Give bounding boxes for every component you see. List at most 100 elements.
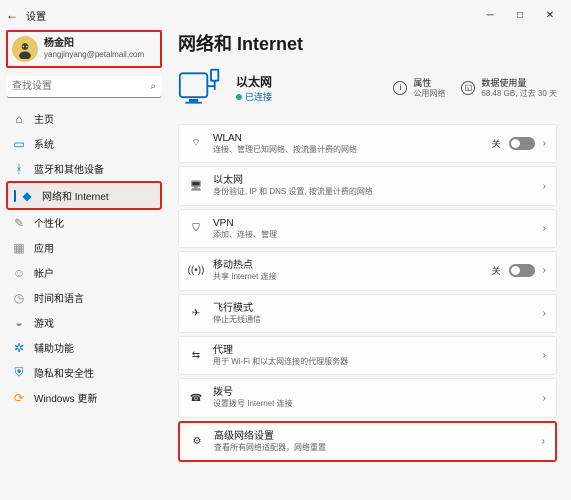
sidebar-item-apps[interactable]: ▦ 应用 xyxy=(6,235,162,260)
sidebar-item-accounts[interactable]: ☺帐户 xyxy=(6,260,162,285)
info-icon: i xyxy=(393,81,407,95)
row-wlan[interactable]: ⌔ WLAN连接、管理已知网络、按流量计费的网络 关 › xyxy=(178,124,557,163)
toggle-state: 关 xyxy=(492,137,501,150)
row-sub: 设置拨号 Internet 连接 xyxy=(213,399,533,409)
advanced-icon: ⚙ xyxy=(190,434,204,448)
maximize-button[interactable]: □ xyxy=(505,10,535,21)
row-sub: 身份验证, IP 和 DNS 设置, 按流量计费的网络 xyxy=(213,187,533,197)
system-icon: ▭ xyxy=(12,137,26,151)
row-title: VPN xyxy=(213,217,533,230)
sidebar-item-network[interactable]: ◆ 网络和 Internet xyxy=(6,181,162,210)
paint-icon: ✎ xyxy=(12,216,26,230)
update-icon: ⟳ xyxy=(12,391,26,405)
hotspot-icon: ((•)) xyxy=(189,264,203,278)
hero: 以太网 已连接 i 属性公用网络 ◱ 数据使用量68.48 GB, 过去 30 … xyxy=(178,66,557,110)
row-proxy[interactable]: ⇆ 代理用于 Wi-Fi 和以太网连接的代理服务器 › xyxy=(178,336,557,375)
dialup-icon: ☎ xyxy=(189,391,203,405)
chevron-right-icon: › xyxy=(543,265,546,276)
info-title: 属性 xyxy=(413,78,445,89)
row-sub: 添加、连接、管理 xyxy=(213,230,533,240)
row-title: 移动热点 xyxy=(213,259,482,272)
hero-status: 已连接 xyxy=(236,90,272,103)
row-sub: 停止无线通信 xyxy=(213,315,533,325)
info-sub: 公用网络 xyxy=(413,89,445,99)
sidebar-item-label: 主页 xyxy=(34,111,54,126)
user-email: yangjinyang@petalmail.com xyxy=(44,50,144,60)
wlan-toggle[interactable] xyxy=(509,137,535,150)
chevron-right-icon: › xyxy=(542,436,545,447)
bluetooth-icon: ᚼ xyxy=(12,162,26,176)
data-usage-link[interactable]: ◱ 数据使用量68.48 GB, 过去 30 天 xyxy=(461,78,557,98)
minimize-button[interactable]: ─ xyxy=(475,10,505,21)
sidebar-item-label: 游戏 xyxy=(34,315,54,330)
home-icon: ⌂ xyxy=(12,112,26,126)
sidebar-item-gaming[interactable]: ◒ 游戏 xyxy=(6,310,162,335)
proxy-icon: ⇆ xyxy=(189,349,203,363)
row-title: 飞行模式 xyxy=(213,302,533,315)
toggle-state: 关 xyxy=(492,264,501,277)
sidebar-item-bluetooth[interactable]: ᚼ 蓝牙和其他设备 xyxy=(6,156,162,181)
chevron-right-icon: › xyxy=(543,350,546,361)
chevron-right-icon: › xyxy=(543,181,546,192)
back-button[interactable]: ← xyxy=(6,8,26,22)
status-dot-icon xyxy=(236,94,242,100)
network-icon: ◆ xyxy=(20,189,34,203)
sidebar-item-time[interactable]: ◷时间和语言 xyxy=(6,285,162,310)
sidebar-item-home[interactable]: ⌂ 主页 xyxy=(6,106,162,131)
hotspot-toggle[interactable] xyxy=(509,264,535,277)
chevron-right-icon: › xyxy=(543,308,546,319)
vpn-icon: ⛉ xyxy=(189,221,203,235)
row-sub: 连接、管理已知网络、按流量计费的网络 xyxy=(213,145,482,155)
row-dialup[interactable]: ☎ 拨号设置拨号 Internet 连接 › xyxy=(178,378,557,417)
row-sub: 查看所有网络适配器，网络重置 xyxy=(214,443,532,453)
row-advanced-network[interactable]: ⚙ 高级网络设置查看所有网络适配器，网络重置 › xyxy=(178,421,557,462)
row-hotspot[interactable]: ((•)) 移动热点共享 Internet 连接 关 › xyxy=(178,251,557,290)
accessibility-icon: ✲ xyxy=(12,341,26,355)
row-title: WLAN xyxy=(213,132,482,145)
apps-icon: ▦ xyxy=(12,241,26,255)
avatar xyxy=(12,36,38,62)
close-button[interactable]: ✕ xyxy=(535,10,565,21)
app-title: 设置 xyxy=(26,8,46,23)
row-title: 代理 xyxy=(213,344,533,357)
shield-icon: ⛨ xyxy=(12,366,26,380)
row-sub: 共享 Internet 连接 xyxy=(213,272,482,282)
airplane-icon: ✈ xyxy=(189,306,203,320)
hero-status-label: 已连接 xyxy=(245,90,272,103)
properties-link[interactable]: i 属性公用网络 xyxy=(393,78,445,98)
sidebar-item-personalization[interactable]: ✎ 个性化 xyxy=(6,210,162,235)
sidebar-item-system[interactable]: ▭ 系统 xyxy=(6,131,162,156)
sidebar-item-label: 蓝牙和其他设备 xyxy=(34,161,104,176)
sidebar-item-update[interactable]: ⟳ Windows 更新 xyxy=(6,385,162,410)
hero-title: 以太网 xyxy=(236,73,272,90)
chevron-right-icon: › xyxy=(543,138,546,149)
wifi-icon: ⌔ xyxy=(189,137,203,151)
sidebar-item-accessibility[interactable]: ✲ 辅助功能 xyxy=(6,335,162,360)
row-airplane[interactable]: ✈ 飞行模式停止无线通信 › xyxy=(178,294,557,333)
sidebar-item-label: 帐户 xyxy=(34,265,54,280)
sidebar-item-label: 网络和 Internet xyxy=(42,188,109,203)
user-card[interactable]: 杨金阳 yangjinyang@petalmail.com xyxy=(6,30,162,68)
page-title: 网络和 Internet xyxy=(178,30,557,56)
sidebar-item-label: 应用 xyxy=(34,240,54,255)
ethernet-hero-icon xyxy=(178,66,222,110)
game-icon: ◒ xyxy=(12,316,26,330)
row-ethernet[interactable]: 🖥 以太网身份验证, IP 和 DNS 设置, 按流量计费的网络 › xyxy=(178,166,557,205)
chevron-right-icon: › xyxy=(543,223,546,234)
main-content: 网络和 Internet 以太网 已连接 i 属性公用网络 ◱ 数据使用量68.… xyxy=(168,30,571,500)
ethernet-icon: 🖥 xyxy=(189,179,203,193)
search-icon: ⌕ xyxy=(150,81,156,92)
row-title: 以太网 xyxy=(213,174,533,187)
sidebar-item-privacy[interactable]: ⛨隐私和安全性 xyxy=(6,360,162,385)
sidebar-item-label: 辅助功能 xyxy=(34,340,74,355)
window-controls: ─ □ ✕ xyxy=(475,10,565,21)
row-title: 拨号 xyxy=(213,386,533,399)
search-input[interactable] xyxy=(6,76,162,98)
sidebar-item-label: 系统 xyxy=(34,136,54,151)
row-sub: 用于 Wi-Fi 和以太网连接的代理服务器 xyxy=(213,357,533,367)
chevron-right-icon: › xyxy=(543,393,546,404)
sidebar-item-label: 个性化 xyxy=(34,215,64,230)
sidebar: 杨金阳 yangjinyang@petalmail.com ⌕ ⌂主页 ▭系统 … xyxy=(0,30,168,500)
sidebar-item-label: Windows 更新 xyxy=(34,390,97,405)
row-vpn[interactable]: ⛉ VPN添加、连接、管理 › xyxy=(178,209,557,248)
